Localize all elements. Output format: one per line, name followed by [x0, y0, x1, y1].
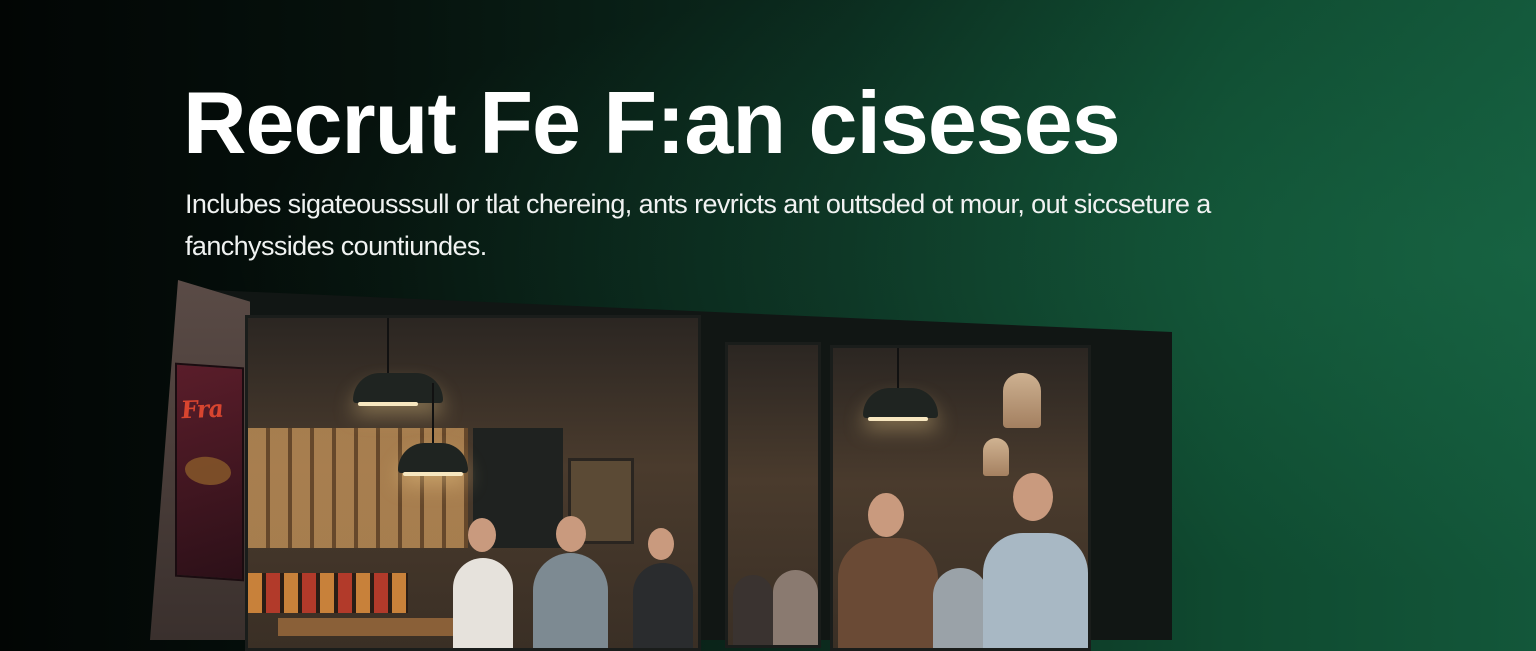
person — [983, 533, 1088, 648]
person — [453, 558, 513, 648]
person-head — [468, 518, 496, 552]
person — [933, 568, 988, 648]
storefront-photo: Fra — [150, 280, 1180, 651]
pendant-light — [983, 438, 1009, 476]
person — [773, 570, 818, 645]
jars — [248, 573, 408, 613]
person-head — [556, 516, 586, 552]
person — [633, 563, 693, 648]
poster-lettering: Fra — [179, 393, 225, 425]
person — [533, 553, 608, 648]
person-head — [648, 528, 674, 560]
pendant-light — [1003, 373, 1041, 428]
window-right — [830, 345, 1091, 651]
person-head — [868, 493, 904, 537]
window-left — [245, 315, 701, 651]
person-head — [1013, 473, 1053, 521]
pendant-lamp — [353, 318, 443, 406]
pendant-lamp — [863, 348, 938, 421]
menu-poster: Fra — [175, 362, 244, 582]
hero-title: Recrut Fe F:an ciseses — [183, 73, 1121, 172]
hero-subtitle: Inclubes sigateousssull or tlat chereing… — [185, 189, 1211, 261]
person — [838, 538, 938, 648]
window-middle — [725, 342, 821, 648]
person — [733, 575, 773, 645]
